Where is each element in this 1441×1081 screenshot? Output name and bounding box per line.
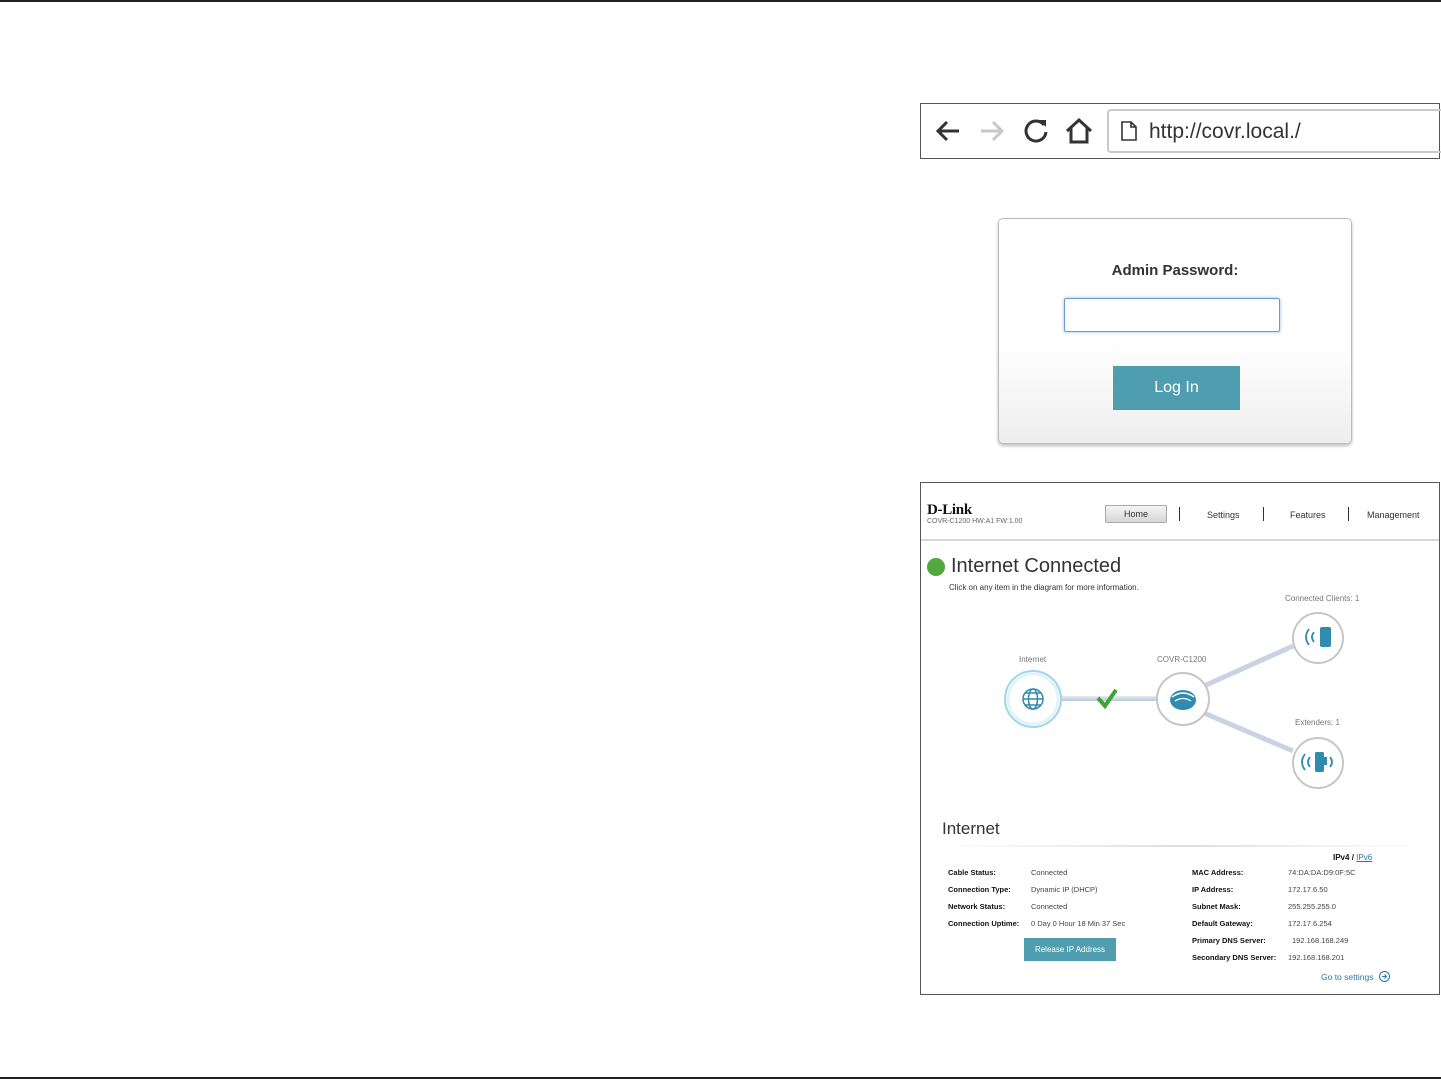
connected-clients-node[interactable] (1292, 612, 1344, 664)
cable-status-label: Cable Status: (948, 868, 996, 877)
internet-node-label: Internet (1019, 655, 1047, 664)
url-text: http://covr.local./ (1149, 120, 1301, 143)
router-dashboard: D-Link COVR-C1200 HW:A1 FW:1.00 Home Set… (920, 482, 1440, 995)
address-bar[interactable]: http://covr.local./ (1107, 109, 1441, 153)
ip-toggle-separator: / (1351, 853, 1354, 862)
internet-section-title: Internet (942, 819, 1000, 838)
go-to-settings-link[interactable]: Go to settings (1321, 972, 1373, 982)
home-icon[interactable] (1064, 116, 1094, 146)
subnet-mask-label: Subnet Mask: (1192, 902, 1241, 911)
connection-uptime-label: Connection Uptime: (948, 919, 1020, 928)
release-ip-button[interactable]: Release IP Address (1024, 938, 1116, 961)
subnet-mask-value: 255.255.255.0 (1288, 902, 1336, 911)
extenders-node[interactable] (1292, 737, 1344, 789)
default-gateway-value: 172.17.6.254 (1288, 919, 1332, 928)
ip-address-label: IP Address: (1192, 885, 1234, 894)
bottom-rule (0, 1077, 1441, 1079)
connection-type-label: Connection Type: (948, 885, 1011, 894)
login-panel: Admin Password: Log In (998, 218, 1352, 444)
back-arrow-icon[interactable] (933, 116, 963, 146)
ipv6-tab[interactable]: IPv6 (1356, 853, 1372, 862)
network-diagram (1004, 612, 1344, 789)
ipv4-tab[interactable]: IPv4 (1333, 853, 1349, 862)
connection-type-value: Dynamic IP (DHCP) (1031, 885, 1098, 894)
admin-password-input[interactable] (1064, 298, 1280, 332)
ip-version-toggle: IPv4 / IPv6 (1333, 853, 1372, 862)
ip-address-value: 172.17.6.50 (1288, 885, 1328, 894)
router-icon (1170, 690, 1196, 710)
section-divider (942, 845, 1422, 847)
clients-node-label: Connected Clients: 1 (1285, 594, 1360, 603)
covr-node-label: COVR-C1200 (1157, 655, 1207, 664)
secondary-dns-label: Secondary DNS Server: (1192, 953, 1277, 962)
reload-icon[interactable] (1021, 116, 1051, 146)
network-status-value: Connected (1031, 902, 1068, 911)
arrow-right-circle-icon[interactable] (1379, 971, 1390, 982)
admin-password-label: Admin Password: (1111, 262, 1239, 279)
forward-arrow-icon[interactable] (977, 116, 1007, 146)
browser-toolbar: http://covr.local./ (920, 103, 1441, 159)
primary-dns-value: 192.168.168.249 (1292, 936, 1349, 945)
top-rule (0, 0, 1441, 2)
connection-uptime-value: 0 Day 0 Hour 18 Min 37 Sec (1031, 919, 1126, 928)
default-gateway-label: Default Gateway: (1192, 919, 1253, 928)
mac-address-label: MAC Address: (1192, 868, 1244, 877)
cable-status-value: Connected (1031, 868, 1068, 877)
secondary-dns-value: 192.168.168.201 (1288, 953, 1345, 962)
login-button[interactable]: Log In (1113, 366, 1240, 410)
page-icon (1121, 121, 1137, 141)
covr-device-node[interactable] (1156, 672, 1210, 726)
extenders-node-label: Extenders: 1 (1295, 718, 1340, 727)
network-status-label: Network Status: (948, 902, 1006, 911)
primary-dns-label: Primary DNS Server: (1192, 936, 1266, 945)
mac-address-value: 74:DA:DA:D9:0F:5C (1288, 868, 1356, 877)
internet-node[interactable] (1004, 670, 1062, 728)
